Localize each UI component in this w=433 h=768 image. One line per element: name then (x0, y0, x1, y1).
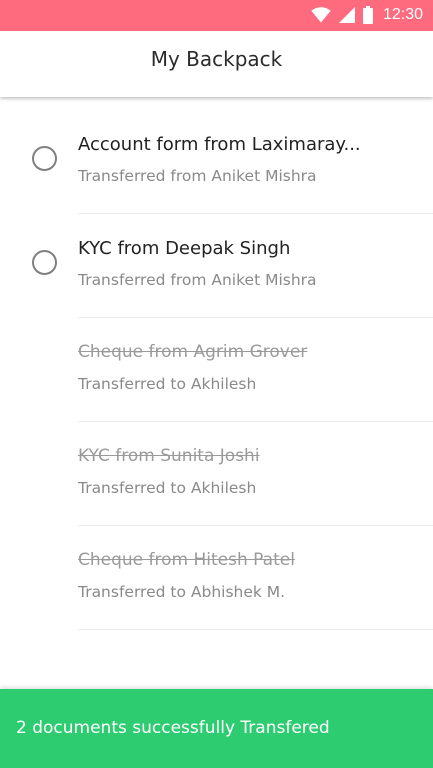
document-subtitle: Transferred from Aniket Mishra (78, 167, 317, 185)
document-title: Account form from Laximaray... (78, 134, 361, 155)
select-radio[interactable] (32, 250, 57, 275)
status-icons: 12:30 (311, 5, 423, 25)
divider (78, 629, 433, 630)
document-subtitle: Transferred to Abhishek M. (78, 583, 286, 601)
document-title: KYC from Deepak Singh (78, 238, 291, 259)
list-item-document[interactable]: KYC from Deepak Singh Transferred from A… (0, 214, 433, 318)
status-time: 12:30 (382, 6, 423, 23)
snackbar-message: 2 documents successfully Transfered (16, 718, 330, 738)
status-bar: 12:30 (0, 0, 433, 31)
document-title: KYC from Sunita Joshi (78, 446, 260, 466)
list-item-transferred-document: KYC from Sunita Joshi Transferred to Akh… (0, 422, 433, 526)
document-title: Cheque from Agrim Grover (78, 342, 308, 362)
document-subtitle: Transferred from Aniket Mishra (78, 271, 317, 289)
page-title: My Backpack (150, 47, 283, 71)
list-item-transferred-document: Cheque from Agrim Grover Transferred to … (0, 318, 433, 422)
document-list: Account form from Laximaray... Transferr… (0, 110, 433, 630)
list-item-document[interactable]: Account form from Laximaray... Transferr… (0, 110, 433, 214)
select-radio[interactable] (32, 146, 57, 171)
battery-icon (362, 6, 373, 24)
signal-icon (338, 7, 355, 23)
document-title: Cheque from Hitesh Patel (78, 550, 295, 570)
wifi-icon (311, 7, 331, 23)
snackbar: 2 documents successfully Transfered (0, 689, 433, 768)
list-item-transferred-document: Cheque from Hitesh Patel Transferred to … (0, 526, 433, 630)
document-subtitle: Transferred to Akhilesh (78, 375, 257, 393)
document-subtitle: Transferred to Akhilesh (78, 479, 257, 497)
app-bar: My Backpack (0, 31, 433, 97)
